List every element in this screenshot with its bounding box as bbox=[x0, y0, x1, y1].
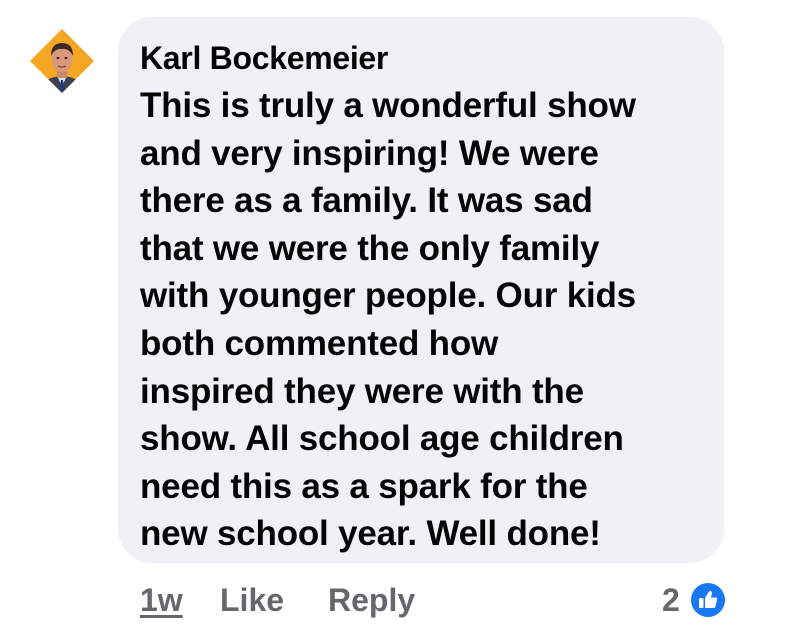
reaction-count[interactable]: 2 bbox=[662, 578, 680, 622]
comment-text-line: there as a family. It was sad bbox=[140, 181, 593, 221]
comment-text-line: new school year. Well done! bbox=[140, 514, 601, 554]
comment-author[interactable]: Karl Bockemeier bbox=[140, 39, 704, 77]
comment-text-line: that we were the only family bbox=[140, 228, 600, 268]
comment-text: This is truly a wonderful show and very … bbox=[140, 82, 704, 558]
comment-text-line: with younger people. Our kids bbox=[140, 276, 636, 316]
comment-text-line: both commented how bbox=[140, 323, 499, 363]
comment-text-line: show. All school age children bbox=[140, 419, 624, 459]
comment-text-line: inspired they were with the bbox=[140, 371, 584, 411]
reply-button[interactable]: Reply bbox=[328, 578, 415, 622]
thumbs-up-icon[interactable] bbox=[690, 582, 726, 618]
comment-text-line: and very inspiring! We were bbox=[140, 133, 599, 173]
avatar[interactable] bbox=[29, 28, 95, 94]
timestamp-link[interactable]: 1w bbox=[140, 578, 183, 622]
comment-text-line: need this as a spark for the bbox=[140, 466, 588, 506]
comment-bubble: Karl Bockemeier This is truly a wonderfu… bbox=[118, 17, 724, 563]
comment-text-line: This is truly a wonderful show bbox=[140, 86, 636, 125]
comment-actions: 1w Like Reply 2 bbox=[0, 578, 786, 622]
like-button[interactable]: Like bbox=[220, 578, 284, 622]
avatar-photo bbox=[30, 29, 94, 93]
